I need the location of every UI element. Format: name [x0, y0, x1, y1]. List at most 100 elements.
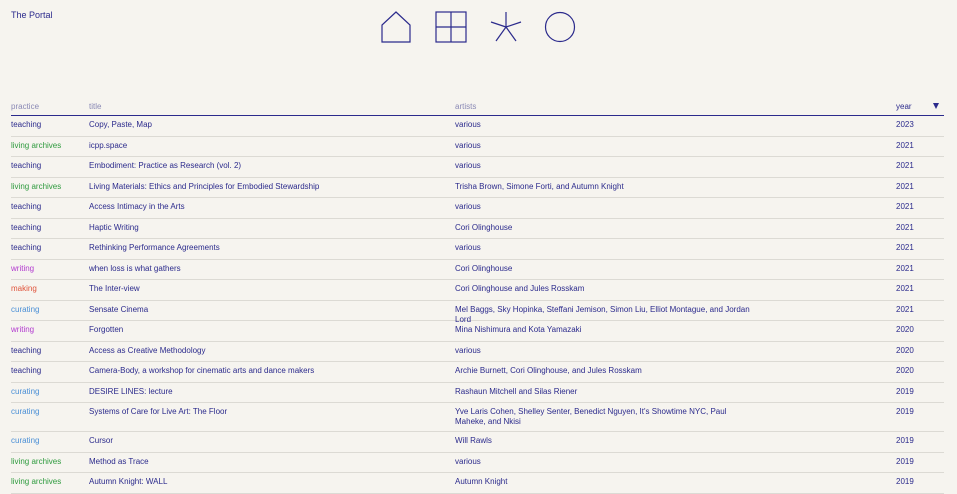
title-cell[interactable]: Living Materials: Ethics and Principles …: [89, 182, 449, 192]
practice-cell: living archives: [11, 477, 62, 486]
table-row[interactable]: curating Sensate Cinema Mel Baggs, Sky Hop…: [11, 301, 944, 324]
grid-icon[interactable]: [433, 10, 469, 44]
table-row[interactable]: teaching Copy, Paste, Map various 2023: [11, 116, 944, 137]
title-cell[interactable]: icpp.space: [89, 141, 449, 151]
table-row[interactable]: making The Inter-view Cori Olinghouse and …: [11, 280, 944, 301]
artists-cell: various: [455, 243, 481, 252]
header-year[interactable]: year: [896, 102, 912, 111]
title-cell[interactable]: Access as Creative Methodology: [89, 346, 449, 356]
table-header: practice title artists year: [11, 100, 944, 116]
title-cell[interactable]: Sensate Cinema: [89, 305, 449, 315]
practice-cell: curating: [11, 304, 40, 314]
artists-cell: Trisha Brown, Simone Forti, and Autumn K…: [455, 181, 624, 191]
table-row[interactable]: teaching Camera-Body, a workshop for cine…: [11, 362, 944, 383]
title-cell[interactable]: The Inter-view: [89, 284, 449, 294]
artists-cell: various: [455, 345, 481, 355]
table-row[interactable]: curating DESIRE LINES: lecture Rashaun Mit…: [11, 383, 944, 403]
title-cell[interactable]: Haptic Writing: [89, 223, 449, 233]
artists-cell: Cori Olinghouse and Jules Rosskam: [455, 284, 585, 293]
year-cell: 2019: [896, 436, 914, 445]
artists-cell: Rashaun Mitchell and Silas Riener: [455, 386, 578, 396]
site-title-link[interactable]: The Portal: [11, 10, 53, 20]
practice-cell: living archives: [11, 456, 62, 466]
year-cell: 2021: [896, 263, 914, 273]
title-cell[interactable]: Autumn Knight: WALL: [89, 477, 449, 487]
practice-cell: teaching: [11, 345, 42, 355]
practice-cell: writing: [11, 263, 35, 273]
projects-table: practice title artists year teaching Copy…: [11, 100, 944, 494]
table-row[interactable]: living archives Method as Trace various 201…: [11, 453, 944, 473]
title-cell[interactable]: Copy, Paste, Map: [89, 120, 449, 130]
year-cell: 2021: [896, 304, 914, 314]
artists-cell: Archie Burnett, Cori Olinghouse, and Jul…: [455, 366, 642, 375]
artists-cell: various: [455, 456, 481, 466]
table-row[interactable]: living archives Living Materials: Ethics …: [11, 178, 944, 198]
year-cell: 2023: [896, 120, 914, 129]
title-cell[interactable]: Cursor: [89, 436, 449, 446]
circle-icon[interactable]: [542, 10, 578, 44]
table-body: teaching Copy, Paste, Map various 2023 livin…: [11, 116, 944, 494]
year-cell: 2021: [896, 202, 914, 211]
year-cell: 2020: [896, 366, 914, 375]
header-practice[interactable]: practice: [11, 102, 39, 111]
artists-cell: Mina Nishimura and Kota Yamazaki: [455, 325, 582, 334]
header-artists[interactable]: artists: [455, 102, 476, 111]
header-title[interactable]: title: [89, 102, 101, 111]
year-cell: 2021: [896, 140, 914, 150]
practice-cell: teaching: [11, 202, 42, 211]
year-cell: 2020: [896, 325, 914, 334]
title-cell[interactable]: Systems of Care for Live Art: The Floor: [89, 407, 449, 417]
practice-cell: writing: [11, 325, 35, 334]
year-cell: 2019: [896, 386, 914, 396]
artists-cell: Will Rawls: [455, 436, 492, 445]
asterisk-icon[interactable]: [488, 10, 524, 44]
table-row[interactable]: writing Forgotten Mina Nishimura and Kota …: [11, 321, 944, 342]
artists-cell: various: [455, 161, 481, 170]
year-cell: 2021: [896, 284, 914, 293]
year-cell: 2021: [896, 181, 914, 191]
table-row[interactable]: teaching Access Intimacy in the Arts vario…: [11, 198, 944, 219]
table-row[interactable]: living archives Autumn Knight: WALL Autumn…: [11, 473, 944, 494]
title-cell[interactable]: Embodiment: Practice as Research (vol. 2…: [89, 161, 449, 171]
title-cell[interactable]: Access Intimacy in the Arts: [89, 202, 449, 212]
table-row[interactable]: teaching Haptic Writing Cori Olinghouse 202…: [11, 219, 944, 239]
artists-cell: various: [455, 202, 481, 211]
practice-cell: curating: [11, 407, 40, 416]
artists-cell: Cori Olinghouse: [455, 222, 513, 232]
home-icon[interactable]: [378, 10, 414, 44]
table-row[interactable]: curating Cursor Will Rawls 2019: [11, 432, 944, 453]
practice-cell: teaching: [11, 366, 42, 375]
artists-cell: Yve Laris Cohen, Shelley Senter, Benedic…: [455, 407, 727, 426]
artists-cell: various: [455, 120, 481, 129]
title-cell[interactable]: Camera-Body, a workshop for cinematic ar…: [89, 366, 449, 376]
table-row[interactable]: writing when loss is what gathers Cori Oli…: [11, 260, 944, 280]
practice-cell: teaching: [11, 243, 42, 252]
year-cell: 2020: [896, 345, 914, 355]
year-cell: 2019: [896, 407, 914, 416]
title-cell[interactable]: Rethinking Performance Agreements: [89, 243, 449, 253]
year-cell: 2019: [896, 477, 914, 486]
practice-cell: living archives: [11, 181, 62, 191]
table-row[interactable]: teaching Rethinking Performance Agreement…: [11, 239, 944, 260]
title-cell[interactable]: Method as Trace: [89, 457, 449, 467]
title-cell[interactable]: when loss is what gathers: [89, 264, 449, 274]
practice-cell: teaching: [11, 161, 42, 170]
practice-cell: curating: [11, 436, 40, 445]
table-row[interactable]: teaching Embodiment: Practice as Research…: [11, 157, 944, 178]
table-row[interactable]: curating Systems of Care for Live Art: Th…: [11, 403, 944, 432]
artists-cell: Cori Olinghouse: [455, 263, 513, 273]
title-cell[interactable]: DESIRE LINES: lecture: [89, 387, 449, 397]
sort-down-icon[interactable]: [933, 103, 939, 109]
practice-cell: living archives: [11, 140, 62, 150]
artists-cell: Autumn Knight: [455, 477, 508, 486]
practice-cell: making: [11, 284, 37, 293]
practice-cell: teaching: [11, 120, 42, 129]
table-row[interactable]: teaching Access as Creative Methodology va…: [11, 342, 944, 362]
year-cell: 2021: [896, 222, 914, 232]
practice-cell: teaching: [11, 222, 42, 232]
year-cell: 2019: [896, 456, 914, 466]
table-row[interactable]: living archives icpp.space various 2021: [11, 137, 944, 157]
year-cell: 2021: [896, 161, 914, 170]
year-cell: 2021: [896, 243, 914, 252]
title-cell[interactable]: Forgotten: [89, 325, 449, 335]
